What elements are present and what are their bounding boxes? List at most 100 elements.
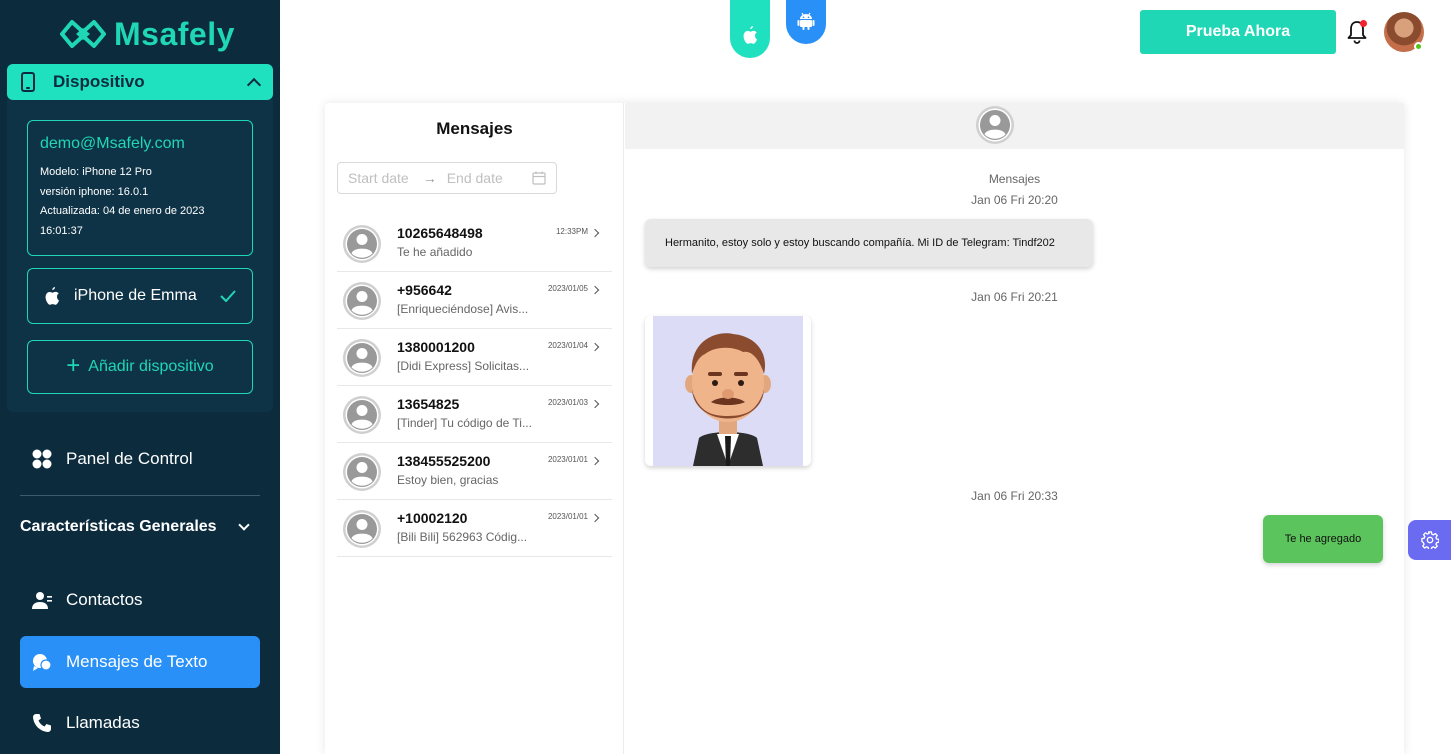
messages-panel: Mensajes Start date → End date 102656484… xyxy=(325,103,1404,754)
conversation-item[interactable]: +956642 [Enriqueciéndose] Avis... 2023/0… xyxy=(337,272,612,329)
device-model: Modelo: iPhone 12 Pro xyxy=(40,166,152,178)
messages-icon xyxy=(33,654,52,671)
device-version: versión iphone: 16.0.1 xyxy=(40,185,149,198)
phone-icon xyxy=(33,714,51,732)
tab-ios[interactable] xyxy=(730,0,770,58)
arrow-right-icon: → xyxy=(422,170,437,186)
chevron-right-icon xyxy=(590,342,600,352)
conversation-item[interactable]: 1380001200 [Didi Express] Solicitas... 2… xyxy=(337,329,612,386)
chevron-right-icon xyxy=(590,513,600,523)
device-section-toggle[interactable]: Dispositivo xyxy=(7,64,273,100)
chevron-up-icon xyxy=(246,77,262,92)
conversation-time: 2023/01/05 xyxy=(547,284,588,293)
device-name: iPhone de Emma xyxy=(74,287,197,304)
conversation-number: 10265648498 xyxy=(397,225,483,241)
conversation-preview: [Bili Bili] 562963 Códig... xyxy=(397,530,528,544)
conversation-item[interactable]: 10265648498 Te he añadido 12:33PM xyxy=(337,215,612,272)
conversation-time: 2023/01/03 xyxy=(547,398,588,407)
features-section-label: Características Generales xyxy=(20,518,217,535)
default-avatar-icon xyxy=(343,396,381,434)
chat-label: Mensajes xyxy=(988,172,1041,186)
phone-device-icon xyxy=(21,72,35,92)
device-select-card[interactable]: iPhone de Emma xyxy=(27,268,253,324)
conversation-item[interactable]: 13654825 [Tinder] Tu código de Ti... 202… xyxy=(337,386,612,443)
online-status-dot xyxy=(1414,42,1423,51)
default-avatar-icon xyxy=(343,339,381,377)
apple-icon xyxy=(45,287,59,305)
outgoing-message-bubble: Te he agregado xyxy=(1263,515,1383,563)
conversation-preview: Estoy bien, gracias xyxy=(397,473,499,487)
default-avatar-icon xyxy=(343,453,381,491)
conversation-item[interactable]: +10002120 [Bili Bili] 562963 Códig... 20… xyxy=(337,500,612,557)
tab-android[interactable] xyxy=(786,0,826,44)
device-email: demo@Msafely.com xyxy=(40,135,185,152)
conversation-list-pane: Mensajes Start date → End date 102656484… xyxy=(325,103,624,754)
logo-icon xyxy=(60,20,106,48)
brand-logo[interactable]: Msafely xyxy=(58,14,235,54)
conversation-preview: [Tinder] Tu código de Ti... xyxy=(397,416,532,430)
sidebar: Msafely Dispositivo demo@Msafely.com Mod… xyxy=(0,0,280,754)
conversation-time: 12:33PM xyxy=(555,227,588,236)
settings-button[interactable] xyxy=(1408,520,1451,560)
dashboard-icon xyxy=(32,449,52,469)
avatar-image xyxy=(653,316,803,466)
device-updated: Actualizada: 04 de enero de 2023 xyxy=(40,205,205,217)
conversation-number: 1380001200 xyxy=(397,339,475,355)
conversation-time: 2023/01/01 xyxy=(547,512,588,521)
default-avatar-icon xyxy=(343,225,381,263)
chat-timestamp: Jan 06 Fri 20:20 xyxy=(971,193,1058,207)
add-device-button[interactable]: + Añadir dispositivo xyxy=(27,340,253,394)
start-date-input[interactable]: Start date xyxy=(348,170,409,186)
chat-header xyxy=(625,103,1404,149)
gear-icon xyxy=(1420,531,1439,549)
features-section-toggle[interactable]: Características Generales xyxy=(20,518,256,536)
check-icon xyxy=(220,290,236,302)
end-date-input[interactable]: End date xyxy=(447,170,503,186)
brand-name: Msafely xyxy=(114,15,235,52)
try-now-button[interactable]: Prueba Ahora xyxy=(1140,10,1336,54)
add-device-label: Añadir dispositivo xyxy=(88,358,214,375)
nav-calls[interactable]: Llamadas xyxy=(20,697,260,749)
conversation-preview: [Didi Express] Solicitas... xyxy=(397,359,530,373)
conversation-preview: Te he añadido xyxy=(397,245,473,259)
chevron-right-icon xyxy=(590,399,600,409)
incoming-image-bubble[interactable] xyxy=(645,316,811,466)
device-panel: demo@Msafely.com Modelo: iPhone 12 Pro v… xyxy=(7,100,273,412)
nav-messages-label: Mensajes de Texto xyxy=(66,652,208,671)
outgoing-message-text: Te he agregado xyxy=(1284,533,1362,545)
chevron-right-icon xyxy=(590,456,600,466)
chat-timestamp: Jan 06 Fri 20:21 xyxy=(971,290,1058,304)
chevron-right-icon xyxy=(590,228,600,238)
incoming-message-text: Hermanito, estoy solo y estoy buscando c… xyxy=(665,237,1055,249)
sidebar-divider xyxy=(20,495,260,496)
apple-icon xyxy=(743,26,757,44)
conversation-number: +956642 xyxy=(397,282,452,298)
conversation-number: +10002120 xyxy=(397,510,468,526)
device-info-card: demo@Msafely.com Modelo: iPhone 12 Pro v… xyxy=(27,120,253,256)
conversation-time: 2023/01/01 xyxy=(547,455,588,464)
incoming-message-bubble: Hermanito, estoy solo y estoy buscando c… xyxy=(645,219,1093,267)
default-avatar-icon xyxy=(343,510,381,548)
list-title: Mensajes xyxy=(436,119,513,138)
nav-dashboard-label: Panel de Control xyxy=(66,449,193,468)
device-updated-time: 16:01:37 xyxy=(40,224,83,237)
chevron-right-icon xyxy=(590,285,600,295)
plus-icon: + xyxy=(66,352,81,379)
conversation-number: 138455525200 xyxy=(397,453,491,469)
date-range-picker[interactable]: Start date → End date xyxy=(337,162,557,194)
conversation-item[interactable]: 138455525200 Estoy bien, gracias 2023/01… xyxy=(337,443,612,500)
nav-calls-label: Llamadas xyxy=(66,713,140,732)
nav-dashboard[interactable]: Panel de Control xyxy=(20,433,260,485)
chevron-down-icon xyxy=(238,519,250,531)
conversation-number: 13654825 xyxy=(397,396,460,412)
calendar-icon[interactable] xyxy=(532,171,546,185)
contact-avatar-icon xyxy=(976,106,1014,144)
conversation-preview: [Enriqueciéndose] Avis... xyxy=(397,302,529,316)
chat-timestamp: Jan 06 Fri 20:33 xyxy=(971,489,1058,503)
contacts-icon xyxy=(32,592,52,609)
nav-contacts[interactable]: Contactos xyxy=(20,574,260,626)
device-section-label: Dispositivo xyxy=(53,72,145,91)
nav-contacts-label: Contactos xyxy=(66,590,143,609)
nav-messages[interactable]: Mensajes de Texto xyxy=(20,636,260,688)
conversation-time: 2023/01/04 xyxy=(547,341,588,350)
